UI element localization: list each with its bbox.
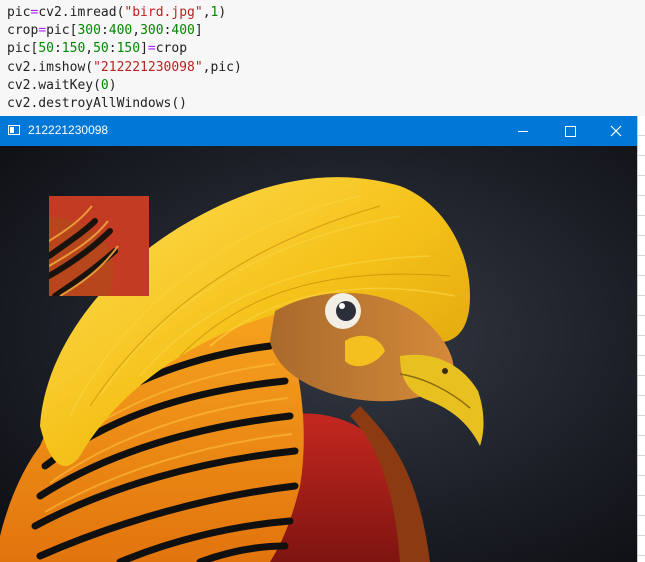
code-line: cv2.imshow("212221230098",pic) [7,60,242,75]
code-token: 50 [38,41,54,57]
code-token: pic[ [7,41,39,57]
code-token: , [202,5,211,20]
image-canvas[interactable] [0,146,637,562]
code-token: 400 [108,23,133,39]
code-token: "212221230098" [93,59,203,75]
code-token: "bird.jpg" [124,5,203,20]
code-token: 0 [100,77,109,93]
code-token: 150 [61,41,86,57]
code-block[interactable]: pic=cv2.imread("bird.jpg",1) crop=pic[30… [7,4,242,113]
code-line: pic[50:150,50:150]=crop [7,41,187,56]
code-token: pic[ [46,23,78,39]
code-cell[interactable]: pic=cv2.imread("bird.jpg",1) crop=pic[30… [0,0,645,116]
code-token: : [108,41,117,57]
code-line: cv2.destroyAllWindows() [7,96,187,111]
bird-image [0,146,637,562]
close-icon [610,125,622,137]
code-token: 150 [116,41,141,57]
close-button[interactable] [593,116,639,146]
window-app-icon [8,125,20,135]
code-line: cv2.waitKey(0) [7,78,117,93]
code-token: : [53,41,62,57]
code-token: cv2.waitKey( [7,77,101,93]
code-token: pic [7,5,31,20]
code-line: pic=cv2.imread("bird.jpg",1) [7,5,226,20]
code-token: , [132,23,141,39]
code-line: crop=pic[300:400,300:400] [7,23,203,38]
maximize-button[interactable] [547,116,593,146]
code-token: : [100,23,109,39]
code-token: ] [140,41,148,57]
code-token: cv2.imshow( [7,59,94,75]
code-token: ,pic) [202,59,242,75]
code-token: = [147,41,156,57]
code-token: ) [218,5,227,20]
code-token: 300 [140,23,164,39]
code-token: crop [7,23,39,39]
code-token: ) [108,77,117,93]
code-token: = [38,23,47,39]
opencv-window[interactable]: 212221230098 [0,116,637,562]
code-token: crop [155,41,188,57]
code-token: 50 [93,41,109,57]
window-titlebar[interactable]: 212221230098 [0,116,637,146]
background-grid [637,116,645,562]
minimize-button[interactable] [500,116,546,146]
code-token: cv2.destroyAllWindows() [7,96,188,112]
code-token: 400 [171,23,195,39]
code-token: ] [194,23,203,39]
pasted-crop [49,196,149,296]
code-token: , [85,41,94,57]
code-token: cv2.imread( [38,5,125,20]
code-token: 300 [77,23,101,39]
window-title: 212221230098 [28,123,109,137]
